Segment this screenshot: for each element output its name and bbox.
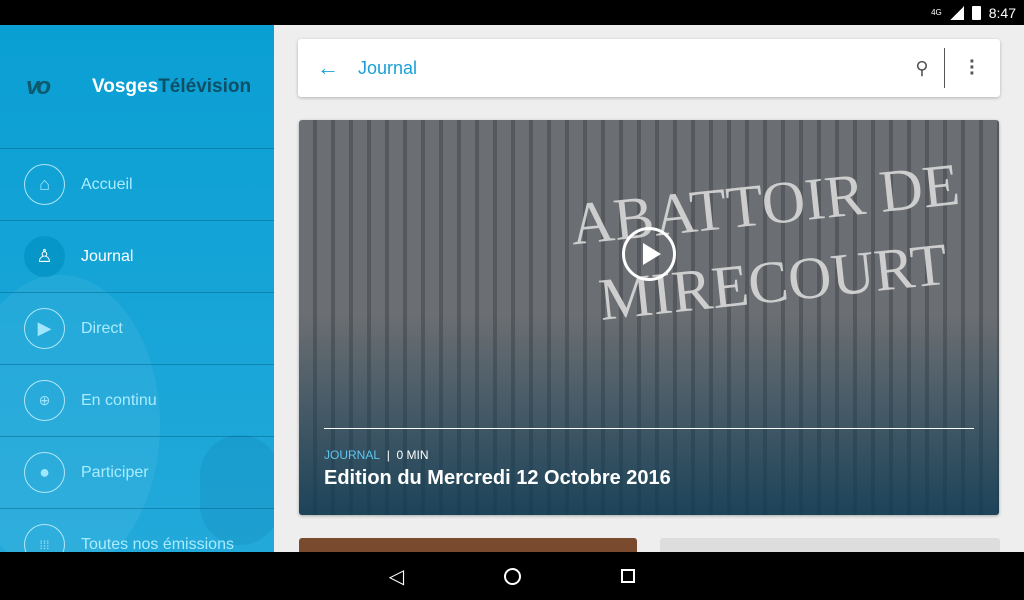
signal-icon [949, 5, 964, 20]
search-toolbar: ← Journal ⚲ · · · [298, 39, 1000, 97]
category-label: JOURNAL [324, 448, 381, 462]
battery-icon [971, 5, 981, 20]
system-nav-bar: ◁ [0, 552, 1024, 600]
globe-icon: ⊕ [24, 380, 65, 421]
more-options-icon[interactable]: · · · [945, 52, 1000, 84]
home-icon: ⌂ [24, 164, 65, 205]
recents-icon[interactable] [621, 569, 636, 583]
logo: vo [26, 72, 51, 100]
navigation-drawer: vo VosgesTélévision ⌂ Accueil ♙ Journal ▶ D… [0, 25, 274, 552]
drawer-item-label: Participer [81, 463, 149, 481]
clock: 8:47 [988, 4, 1016, 21]
drawer-item-toutes-nos-emissions[interactable]: ⁞⁞⁞ Toutes nos émissions [0, 508, 274, 552]
drawer-item-label: Direct [81, 319, 123, 337]
brand-name-part: Télévision [158, 75, 252, 97]
featured-video-card[interactable]: ABATTOIR DE MIRECOURT JOURNAL | 0 MIN Ed… [299, 120, 999, 515]
page-title: Journal [358, 57, 418, 78]
drawer-item-label: Accueil [81, 175, 133, 193]
play-icon: ▶ [24, 308, 65, 349]
drawer-item-participer[interactable]: ● Participer [0, 436, 274, 508]
drawer-item-en-continu[interactable]: ⊕ En continu [0, 364, 274, 436]
drawer-item-accueil[interactable]: ⌂ Accueil [0, 148, 274, 220]
journal-icon: ♙ [24, 236, 65, 277]
video-title: Edition du Mercredi 12 Octobre 2016 [324, 467, 671, 489]
network-type: 4G [931, 8, 942, 17]
drawer-item-direct[interactable]: ▶ Direct [0, 292, 274, 364]
drawer-item-label: En continu [81, 391, 157, 409]
grid-icon: ⁞⁞⁞ [24, 524, 65, 552]
brand-name-part: Vosges [92, 75, 159, 97]
video-meta: JOURNAL | 0 MIN [324, 448, 429, 462]
back-icon[interactable]: ◁ [389, 564, 404, 589]
duration: 0 MIN [396, 448, 429, 462]
back-arrow-icon[interactable]: ← [298, 55, 358, 81]
search-icon[interactable]: ⚲ [900, 58, 944, 79]
drawer-item-label: Journal [81, 247, 134, 265]
brand-name: VosgesTélévision [92, 76, 251, 98]
home-button-icon[interactable] [504, 567, 522, 585]
drawer-item-journal[interactable]: ♙ Journal [0, 220, 274, 292]
brand-header: vo VosgesTélévision [0, 25, 274, 148]
separator: | [386, 448, 390, 462]
chat-icon: ● [24, 452, 65, 493]
drawer-item-label: Toutes nos émissions [81, 535, 234, 553]
play-button[interactable] [622, 227, 676, 281]
status-bar: 4G 8:47 [0, 0, 1024, 25]
divider [324, 428, 974, 429]
